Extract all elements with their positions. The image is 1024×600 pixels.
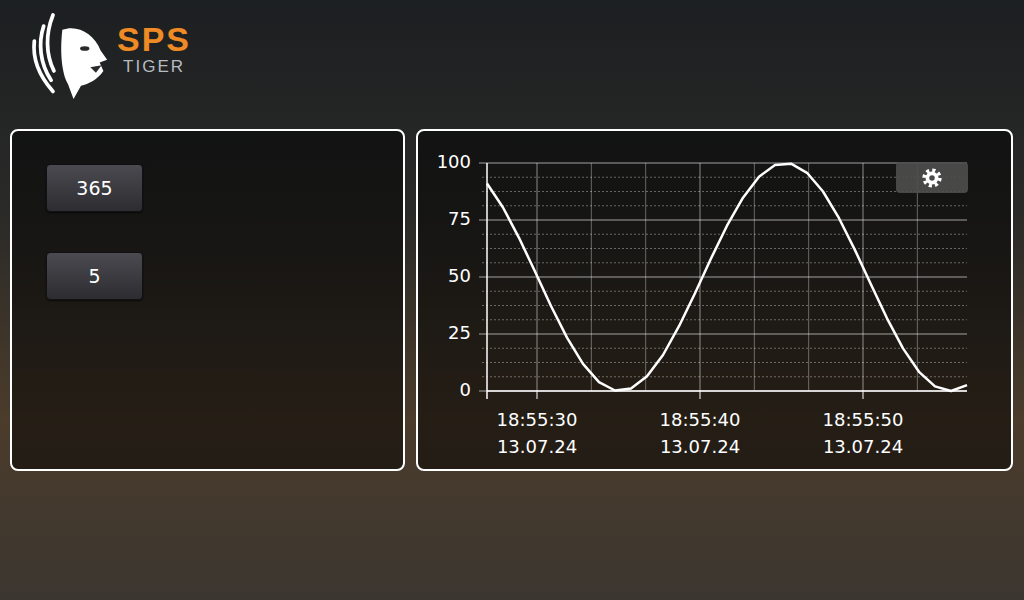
value-button[interactable]: 5 <box>46 252 143 300</box>
tiger-head-icon <box>25 8 109 104</box>
x-tick-time: 18:55:30 <box>497 409 578 430</box>
grid-line <box>482 205 967 206</box>
grid-line <box>482 177 967 178</box>
logo-text: SPSTIGER <box>117 21 191 77</box>
grid-line <box>482 234 967 235</box>
logo: SPSTIGER <box>25 8 1024 104</box>
y-tick-label: 75 <box>448 208 471 229</box>
grid-line <box>482 319 967 320</box>
x-tick-label: 18:55:30 13.07.24 <box>497 409 578 457</box>
x-tick-label: 18:55:40 13.07.24 <box>660 409 741 457</box>
y-axis <box>486 163 488 399</box>
grid-line <box>482 362 967 363</box>
x-tick-time: 18:55:40 <box>660 409 741 430</box>
x-axis <box>487 390 967 392</box>
grid-line <box>479 277 967 278</box>
y-tick-label: 0 <box>460 379 471 400</box>
chart-panel: 100 75 50 25 0 18:55:30 13.07.24 18:55:40 13.07.… <box>416 129 1013 471</box>
settings-button[interactable] <box>896 162 968 193</box>
logo-tagline: TIGER <box>123 57 185 77</box>
value-panel: 365 5 <box>10 129 405 471</box>
app-screen: SPSTIGER3655100755025018:55:3013.07.2418… <box>0 0 1024 600</box>
grid-line <box>479 391 967 392</box>
x-tick-date: 13.07.24 <box>497 436 577 457</box>
grid-line <box>482 291 967 292</box>
content-row: 365 5 100 75 50 25 0 18:55:30 13.07.24 18:55:40 13… <box>0 129 1024 471</box>
value-button[interactable]: 365 <box>46 164 143 212</box>
grid-line <box>482 191 967 192</box>
gear-icon <box>921 167 943 189</box>
grid-line <box>482 305 967 306</box>
x-tick-mark <box>537 391 538 399</box>
grid-line <box>482 248 967 249</box>
x-tick-date: 13.07.24 <box>823 436 903 457</box>
header: SPSTIGER <box>0 0 1024 129</box>
x-tick-mark <box>863 391 864 399</box>
grid-line <box>482 348 967 349</box>
grid-line <box>479 220 967 221</box>
y-tick-label: 25 <box>448 322 471 343</box>
x-tick-label: 18:55:50 13.07.24 <box>823 409 904 457</box>
grid-line <box>482 376 967 377</box>
logo-brand: SPS <box>117 21 191 57</box>
y-tick-label: 50 <box>448 265 471 286</box>
x-tick-mark <box>700 391 701 399</box>
grid-line <box>479 163 967 164</box>
x-tick-date: 13.07.24 <box>660 436 740 457</box>
grid-line <box>482 262 967 263</box>
x-tick-time: 18:55:50 <box>823 409 904 430</box>
y-tick-label: 100 <box>437 151 471 172</box>
series-line <box>487 164 967 391</box>
